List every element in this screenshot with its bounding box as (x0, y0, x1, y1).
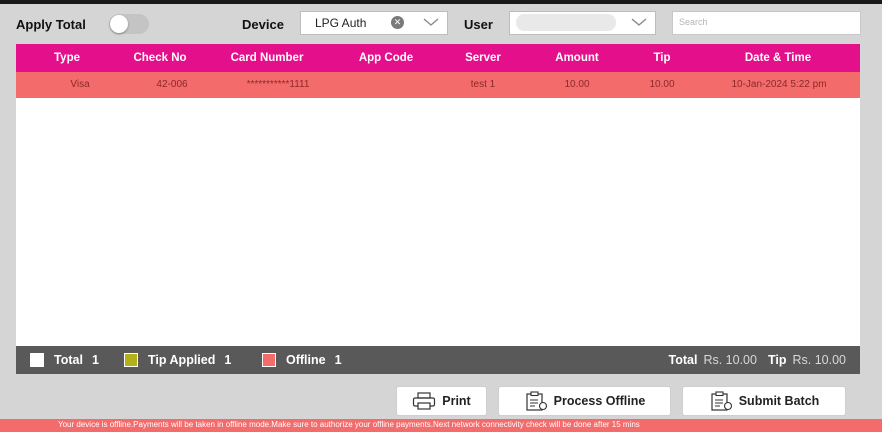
sum-tip-value: Rs. 10.00 (792, 353, 846, 367)
sum-total-value: Rs. 10.00 (703, 353, 757, 367)
cell-date-time: 10-Jan-2024 5:22 pm (731, 79, 827, 90)
legend-tip-applied-label: Tip Applied (148, 353, 216, 367)
legend-total-count: 1 (91, 353, 99, 367)
cell-tip: 10.00 (649, 79, 675, 90)
user-label: User (464, 17, 493, 32)
chevron-down-icon[interactable] (422, 15, 440, 29)
table-row[interactable]: Visa 42-006 ***********1111 test 1 10.00… (16, 72, 860, 98)
apply-total-label: Apply Total (16, 17, 86, 32)
cell-amount: 10.00 (564, 79, 590, 90)
cell-type: Visa (70, 79, 90, 90)
print-button-label: Print (442, 394, 471, 408)
submit-batch-button-label: Submit Batch (738, 394, 820, 408)
sum-total-label: Total (668, 353, 698, 367)
clipboard-icon (526, 391, 547, 411)
user-select[interactable] (509, 11, 656, 35)
total-swatch (30, 353, 44, 367)
column-header-check-no[interactable]: Check No (133, 44, 186, 72)
totals-summary: Total Rs. 10.00 Tip Rs. 10.00 (669, 346, 847, 374)
table-header: Type Check No Card Number App Code Serve… (16, 44, 860, 72)
legend-total: Total 1 (30, 346, 99, 374)
sum-tip-label: Tip (767, 353, 787, 367)
device-label: Device (242, 17, 284, 32)
column-header-date-time[interactable]: Date & Time (745, 44, 811, 72)
clipboard-icon (711, 391, 732, 411)
search-box (672, 11, 861, 35)
legend-total-label: Total (54, 353, 83, 367)
cell-server: test 1 (470, 79, 496, 90)
legend-offline-label: Offline (286, 353, 326, 367)
column-header-amount[interactable]: Amount (555, 44, 598, 72)
column-header-type[interactable]: Type (54, 44, 80, 72)
column-header-app-code[interactable]: App Code (359, 44, 413, 72)
submit-batch-button[interactable]: Submit Batch (682, 386, 846, 416)
offline-status-message: Your device is offline.Payments will be … (58, 420, 640, 429)
legend-offline: Offline 1 (262, 346, 342, 374)
column-header-card-number[interactable]: Card Number (231, 44, 304, 72)
offline-swatch (262, 353, 276, 367)
filter-bar: Apply Total Device LPG Auth ✕ User (0, 4, 882, 42)
print-button[interactable]: Print (396, 386, 487, 416)
offline-status-bar: Your device is offline.Payments will be … (0, 419, 882, 432)
legend-tip-applied: Tip Applied 1 (124, 346, 231, 374)
process-offline-button-label: Process Offline (553, 394, 646, 408)
column-header-server[interactable]: Server (465, 44, 501, 72)
device-select[interactable]: LPG Auth ✕ (300, 11, 448, 35)
tip-applied-swatch (124, 353, 138, 367)
cell-card-number: ***********1111 (246, 79, 310, 90)
toggle-knob (110, 15, 128, 33)
search-input[interactable] (679, 17, 849, 27)
column-header-tip[interactable]: Tip (653, 44, 670, 72)
process-offline-button[interactable]: Process Offline (498, 386, 671, 416)
printer-icon (413, 392, 436, 410)
clear-circle-icon[interactable]: ✕ (391, 16, 404, 29)
transactions-table: Type Check No Card Number App Code Serve… (16, 44, 860, 346)
chevron-down-icon[interactable] (630, 15, 648, 29)
device-select-value: LPG Auth (315, 16, 367, 30)
cell-check-no: 42-006 (156, 79, 188, 90)
legend-tip-applied-count: 1 (224, 353, 232, 367)
user-select-value (516, 14, 616, 31)
apply-total-toggle[interactable] (109, 14, 149, 34)
legend-offline-count: 1 (334, 353, 342, 367)
summary-bar: Total 1 Tip Applied 1 Offline 1 Total Rs… (16, 346, 860, 374)
